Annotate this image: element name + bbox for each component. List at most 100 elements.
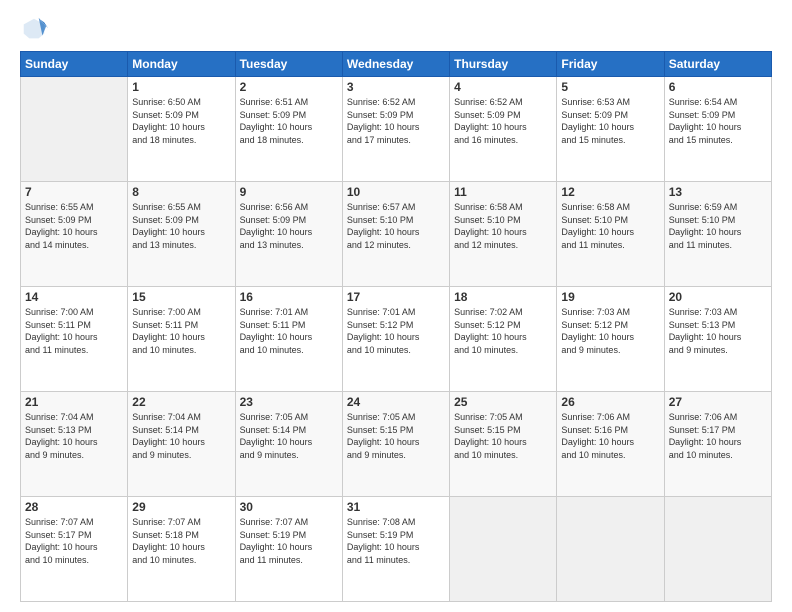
day-cell: 15Sunrise: 7:00 AM Sunset: 5:11 PM Dayli… (128, 287, 235, 392)
day-number: 16 (240, 290, 338, 304)
day-number: 28 (25, 500, 123, 514)
day-number: 6 (669, 80, 767, 94)
day-cell: 12Sunrise: 6:58 AM Sunset: 5:10 PM Dayli… (557, 182, 664, 287)
day-number: 10 (347, 185, 445, 199)
calendar-body: 1 Sunrise: 6:50 AM Sunset: 5:09 PM Daylig… (21, 77, 772, 602)
day-header-tuesday: Tuesday (235, 52, 342, 77)
day-number: 31 (347, 500, 445, 514)
calendar-header: SundayMondayTuesdayWednesdayThursdayFrid… (21, 52, 772, 77)
day-number: 1 (132, 80, 230, 94)
day-number: 19 (561, 290, 659, 304)
day-info: Sunrise: 7:07 AM Sunset: 5:17 PM Dayligh… (25, 516, 123, 566)
day-number: 26 (561, 395, 659, 409)
day-cell: 30 Sunrise: 7:07 AM Sunset: 5:19 PM Dayli… (235, 497, 342, 602)
day-number: 5 (561, 80, 659, 94)
day-info: Sunrise: 7:07 AM Sunset: 5:19 PM Dayligh… (240, 516, 338, 566)
day-cell (450, 497, 557, 602)
day-header-saturday: Saturday (664, 52, 771, 77)
day-cell: 27 Sunrise: 7:06 AM Sunset: 5:17 PM Dayli… (664, 392, 771, 497)
day-cell: 1 Sunrise: 6:50 AM Sunset: 5:09 PM Daylig… (128, 77, 235, 182)
day-info: Sunrise: 6:54 AM Sunset: 5:09 PM Dayligh… (669, 96, 767, 146)
day-number: 9 (240, 185, 338, 199)
day-number: 27 (669, 395, 767, 409)
day-info: Sunrise: 6:53 AM Sunset: 5:09 PM Dayligh… (561, 96, 659, 146)
day-info: Sunrise: 7:08 AM Sunset: 5:19 PM Dayligh… (347, 516, 445, 566)
day-number: 7 (25, 185, 123, 199)
day-cell: 17 Sunrise: 7:01 AM Sunset: 5:12 PM Dayli… (342, 287, 449, 392)
day-info: Sunrise: 6:57 AM Sunset: 5:10 PM Dayligh… (347, 201, 445, 251)
day-cell: 26 Sunrise: 7:06 AM Sunset: 5:16 PM Dayli… (557, 392, 664, 497)
day-cell: 18Sunrise: 7:02 AM Sunset: 5:12 PM Dayli… (450, 287, 557, 392)
header (20, 15, 772, 43)
day-cell: 25 Sunrise: 7:05 AM Sunset: 5:15 PM Dayli… (450, 392, 557, 497)
day-cell: 2 Sunrise: 6:51 AM Sunset: 5:09 PM Daylig… (235, 77, 342, 182)
day-cell: 16Sunrise: 7:01 AM Sunset: 5:11 PM Dayli… (235, 287, 342, 392)
day-number: 15 (132, 290, 230, 304)
day-cell: 13 Sunrise: 6:59 AM Sunset: 5:10 PM Dayli… (664, 182, 771, 287)
logo-icon (20, 15, 48, 43)
day-cell: 6 Sunrise: 6:54 AM Sunset: 5:09 PM Daylig… (664, 77, 771, 182)
day-info: Sunrise: 7:05 AM Sunset: 5:15 PM Dayligh… (347, 411, 445, 461)
day-number: 2 (240, 80, 338, 94)
day-info: Sunrise: 6:59 AM Sunset: 5:10 PM Dayligh… (669, 201, 767, 251)
week-row-2: 7 Sunrise: 6:55 AM Sunset: 5:09 PM Daylig… (21, 182, 772, 287)
day-number: 24 (347, 395, 445, 409)
day-cell: 8Sunrise: 6:55 AM Sunset: 5:09 PM Daylig… (128, 182, 235, 287)
day-info: Sunrise: 6:51 AM Sunset: 5:09 PM Dayligh… (240, 96, 338, 146)
day-header-monday: Monday (128, 52, 235, 77)
day-number: 21 (25, 395, 123, 409)
day-number: 29 (132, 500, 230, 514)
day-number: 30 (240, 500, 338, 514)
day-cell: 7 Sunrise: 6:55 AM Sunset: 5:09 PM Daylig… (21, 182, 128, 287)
day-cell: 4 Sunrise: 6:52 AM Sunset: 5:09 PM Daylig… (450, 77, 557, 182)
day-info: Sunrise: 6:58 AM Sunset: 5:10 PM Dayligh… (454, 201, 552, 251)
day-cell: 28 Sunrise: 7:07 AM Sunset: 5:17 PM Dayli… (21, 497, 128, 602)
day-info: Sunrise: 6:58 AM Sunset: 5:10 PM Dayligh… (561, 201, 659, 251)
day-cell: 10 Sunrise: 6:57 AM Sunset: 5:10 PM Dayli… (342, 182, 449, 287)
day-info: Sunrise: 7:01 AM Sunset: 5:12 PM Dayligh… (347, 306, 445, 356)
day-header-friday: Friday (557, 52, 664, 77)
week-row-5: 28 Sunrise: 7:07 AM Sunset: 5:17 PM Dayli… (21, 497, 772, 602)
day-number: 25 (454, 395, 552, 409)
day-number: 23 (240, 395, 338, 409)
day-number: 17 (347, 290, 445, 304)
day-cell: 24 Sunrise: 7:05 AM Sunset: 5:15 PM Dayli… (342, 392, 449, 497)
day-info: Sunrise: 6:55 AM Sunset: 5:09 PM Dayligh… (25, 201, 123, 251)
day-info: Sunrise: 7:00 AM Sunset: 5:11 PM Dayligh… (25, 306, 123, 356)
day-cell (21, 77, 128, 182)
week-row-1: 1 Sunrise: 6:50 AM Sunset: 5:09 PM Daylig… (21, 77, 772, 182)
day-info: Sunrise: 6:56 AM Sunset: 5:09 PM Dayligh… (240, 201, 338, 251)
day-info: Sunrise: 6:52 AM Sunset: 5:09 PM Dayligh… (347, 96, 445, 146)
day-info: Sunrise: 6:50 AM Sunset: 5:09 PM Dayligh… (132, 96, 230, 146)
days-header-row: SundayMondayTuesdayWednesdayThursdayFrid… (21, 52, 772, 77)
day-cell: 19 Sunrise: 7:03 AM Sunset: 5:12 PM Dayli… (557, 287, 664, 392)
day-header-thursday: Thursday (450, 52, 557, 77)
day-cell (664, 497, 771, 602)
day-number: 4 (454, 80, 552, 94)
day-number: 13 (669, 185, 767, 199)
day-number: 18 (454, 290, 552, 304)
day-cell: 31 Sunrise: 7:08 AM Sunset: 5:19 PM Dayli… (342, 497, 449, 602)
day-info: Sunrise: 7:05 AM Sunset: 5:15 PM Dayligh… (454, 411, 552, 461)
day-info: Sunrise: 6:55 AM Sunset: 5:09 PM Dayligh… (132, 201, 230, 251)
day-cell: 20 Sunrise: 7:03 AM Sunset: 5:13 PM Dayli… (664, 287, 771, 392)
logo (20, 15, 52, 43)
day-info: Sunrise: 7:04 AM Sunset: 5:13 PM Dayligh… (25, 411, 123, 461)
day-number: 11 (454, 185, 552, 199)
day-cell: 3 Sunrise: 6:52 AM Sunset: 5:09 PM Daylig… (342, 77, 449, 182)
day-info: Sunrise: 7:03 AM Sunset: 5:13 PM Dayligh… (669, 306, 767, 356)
day-cell (557, 497, 664, 602)
day-cell: 23Sunrise: 7:05 AM Sunset: 5:14 PM Dayli… (235, 392, 342, 497)
day-number: 3 (347, 80, 445, 94)
day-info: Sunrise: 7:06 AM Sunset: 5:16 PM Dayligh… (561, 411, 659, 461)
day-info: Sunrise: 7:07 AM Sunset: 5:18 PM Dayligh… (132, 516, 230, 566)
calendar: SundayMondayTuesdayWednesdayThursdayFrid… (20, 51, 772, 602)
day-info: Sunrise: 7:04 AM Sunset: 5:14 PM Dayligh… (132, 411, 230, 461)
week-row-3: 14Sunrise: 7:00 AM Sunset: 5:11 PM Dayli… (21, 287, 772, 392)
day-header-sunday: Sunday (21, 52, 128, 77)
day-info: Sunrise: 7:06 AM Sunset: 5:17 PM Dayligh… (669, 411, 767, 461)
day-info: Sunrise: 7:03 AM Sunset: 5:12 PM Dayligh… (561, 306, 659, 356)
day-cell: 11 Sunrise: 6:58 AM Sunset: 5:10 PM Dayli… (450, 182, 557, 287)
day-number: 20 (669, 290, 767, 304)
day-info: Sunrise: 6:52 AM Sunset: 5:09 PM Dayligh… (454, 96, 552, 146)
